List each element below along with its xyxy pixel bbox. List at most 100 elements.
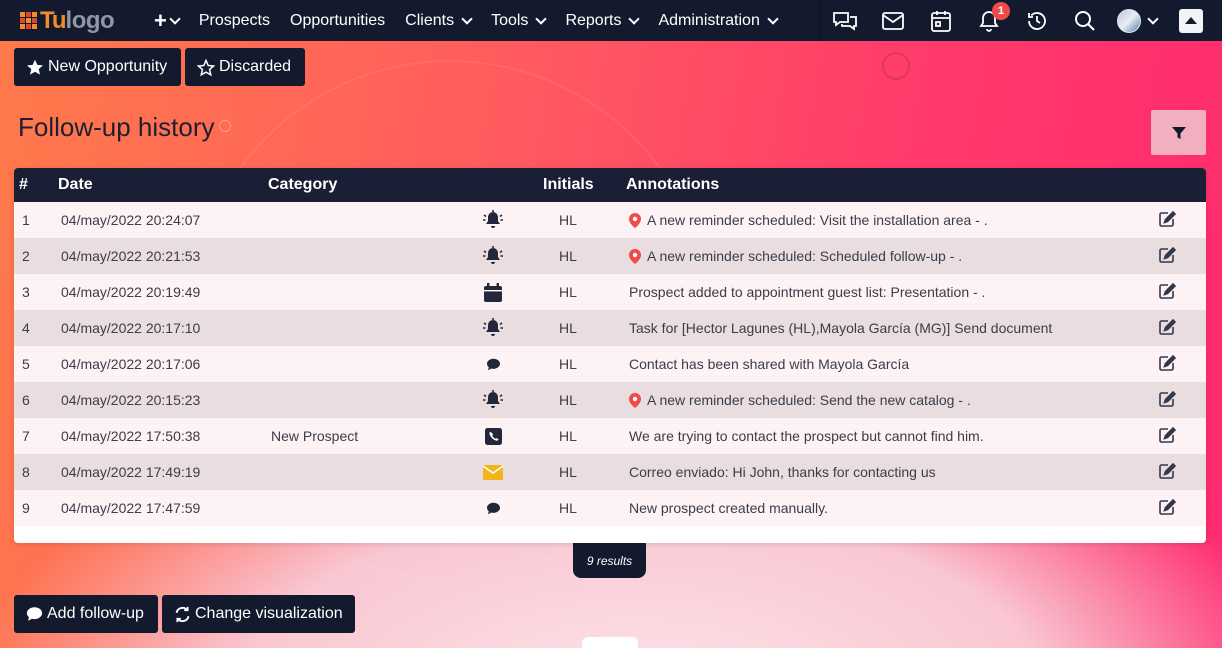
new-opportunity-button[interactable]: New Opportunity: [14, 48, 181, 86]
edit-icon[interactable]: [1159, 318, 1177, 338]
chevron-down-icon: [767, 12, 779, 25]
phone-icon: [481, 425, 505, 447]
row-date: 04/may/2022 17:50:38: [61, 428, 201, 444]
edit-icon[interactable]: [1159, 462, 1177, 482]
row-annotation: New prospect created manually.: [629, 500, 828, 516]
annotation-text: A new reminder scheduled: Send the new c…: [647, 392, 971, 408]
annotation-text: Contact has been shared with Mayola Garc…: [629, 356, 910, 372]
row-annotation: Task for [Hector Lagunes (HL),Mayola Gar…: [629, 320, 1052, 336]
comment-icon: [481, 497, 505, 519]
edit-icon[interactable]: [1159, 426, 1177, 446]
row-annotation: A new reminder scheduled: Visit the inst…: [629, 212, 988, 228]
annotation-text: New prospect created manually.: [629, 500, 828, 516]
search-icon: [1075, 10, 1095, 31]
column-header-date[interactable]: Date: [58, 176, 93, 194]
plus-icon: +: [154, 7, 167, 33]
chat-button[interactable]: [821, 0, 869, 41]
table-row[interactable]: 1 04/may/2022 20:24:07 HL A new reminder sc…: [14, 202, 1206, 238]
search-button[interactable]: [1061, 0, 1109, 41]
mail-button[interactable]: [869, 0, 917, 41]
scroll-up-icon: [1185, 16, 1197, 24]
filter-icon: [1171, 126, 1186, 139]
bottom-handle[interactable]: [582, 637, 638, 648]
help-icon[interactable]: [219, 120, 231, 132]
history-button[interactable]: [1013, 0, 1061, 41]
annotation-text: A new reminder scheduled: Visit the inst…: [647, 212, 988, 228]
quick-add-menu[interactable]: +: [154, 7, 181, 34]
edit-icon[interactable]: [1159, 390, 1177, 410]
row-number: 7: [22, 428, 30, 444]
button-label: New Opportunity: [48, 58, 168, 75]
user-menu[interactable]: [1109, 0, 1165, 41]
nav-opportunities[interactable]: Opportunities: [290, 12, 385, 30]
avatar: [1117, 8, 1141, 33]
nav-administration[interactable]: Administration: [658, 11, 779, 30]
row-date: 04/may/2022 20:15:23: [61, 392, 201, 408]
bell-icon: [481, 317, 505, 339]
history-icon: [1028, 11, 1046, 30]
star-outline-icon: [197, 58, 215, 76]
row-initials: HL: [559, 356, 577, 372]
nav-reports[interactable]: Reports: [565, 11, 641, 30]
nav-tools[interactable]: Tools: [491, 12, 548, 30]
bell-icon: [481, 389, 505, 411]
table-row[interactable]: 4 04/may/2022 20:17:10 HL Task for [Hector …: [14, 310, 1206, 346]
nav-label: Opportunities: [290, 11, 386, 29]
annotation-text: Prospect added to appointment guest list…: [629, 284, 986, 300]
map-pin-icon: [629, 392, 641, 408]
edit-icon[interactable]: [1159, 498, 1177, 518]
logo-grid-icon: [20, 11, 38, 30]
nav-clients[interactable]: Clients: [405, 12, 473, 30]
table-row[interactable]: 9 04/may/2022 17:47:59 HL New prospect crea…: [14, 490, 1206, 526]
page-title: Follow-up history: [18, 112, 215, 142]
map-pin-icon: [629, 248, 641, 264]
row-number: 8: [22, 464, 30, 480]
top-navbar: Tu logo + Prospects Opportunities Client…: [0, 0, 1222, 41]
table-row[interactable]: 7 04/may/2022 17:50:38 New Prospect HL We ar…: [14, 418, 1206, 454]
notification-badge: 1: [992, 2, 1010, 20]
button-label: Discarded: [219, 58, 292, 75]
table-body: 1 04/may/2022 20:24:07 HL A new reminder sc…: [14, 202, 1206, 526]
bell-icon: [481, 209, 505, 231]
edit-icon[interactable]: [1159, 282, 1177, 302]
row-annotation: A new reminder scheduled: Send the new c…: [629, 392, 971, 408]
nav-icon-bar: 1: [820, 0, 1222, 41]
column-header-initials[interactable]: Initials: [543, 176, 594, 194]
row-date: 04/may/2022 20:21:53: [61, 248, 201, 264]
discarded-button[interactable]: Discarded: [185, 48, 305, 86]
edit-icon[interactable]: [1159, 210, 1177, 230]
nav-label: Administration: [658, 11, 760, 29]
column-header-annotations[interactable]: Annotations: [626, 176, 719, 194]
filter-button[interactable]: [1151, 110, 1206, 155]
annotation-text: A new reminder scheduled: Scheduled foll…: [647, 248, 963, 264]
notifications-button[interactable]: 1: [965, 0, 1013, 41]
mail-icon: [882, 11, 904, 30]
column-header-num[interactable]: #: [19, 176, 28, 194]
column-header-category[interactable]: Category: [268, 176, 337, 194]
change-visualization-button[interactable]: Change visualization: [162, 595, 355, 633]
table-row[interactable]: 3 04/may/2022 20:19:49 HL Prospect added to…: [14, 274, 1206, 310]
scroll-up-button[interactable]: [1179, 8, 1203, 33]
row-number: 5: [22, 356, 30, 372]
nav-prospects[interactable]: Prospects: [199, 12, 270, 30]
row-number: 3: [22, 284, 30, 300]
button-label: Add follow-up: [47, 605, 144, 622]
row-initials: HL: [559, 248, 577, 264]
table-row[interactable]: 2 04/may/2022 20:21:53 HL A new reminder sc…: [14, 238, 1206, 274]
nav-label: Reports: [565, 11, 622, 29]
chevron-down-icon: [535, 12, 548, 25]
nav-label: Prospects: [198, 11, 270, 29]
refresh-icon: [175, 606, 190, 622]
table-row[interactable]: 5 04/may/2022 20:17:06 HL Contact has been …: [14, 346, 1206, 382]
add-followup-button[interactable]: Add follow-up: [14, 595, 158, 633]
row-initials: HL: [559, 320, 577, 336]
envelope-icon: [481, 461, 505, 483]
edit-icon[interactable]: [1159, 354, 1177, 374]
table-row[interactable]: 8 04/may/2022 17:49:19 HL Correo enviado: H…: [14, 454, 1206, 490]
calendar-button[interactable]: [917, 0, 965, 41]
logo[interactable]: Tu logo: [20, 0, 138, 41]
row-annotation: Contact has been shared with Mayola Garc…: [629, 356, 909, 372]
annotation-text: We are trying to contact the prospect bu…: [629, 428, 984, 444]
table-row[interactable]: 6 04/may/2022 20:15:23 HL A new reminder sc…: [14, 382, 1206, 418]
edit-icon[interactable]: [1159, 246, 1177, 266]
